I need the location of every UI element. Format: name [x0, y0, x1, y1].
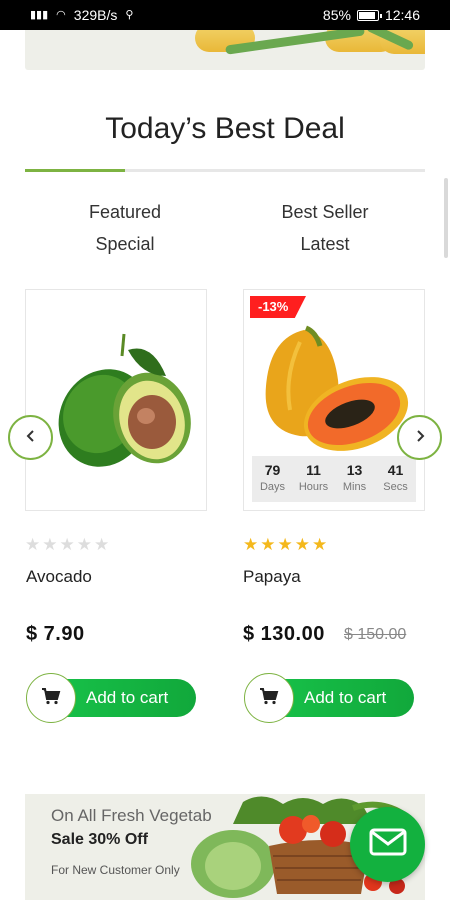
tab-group-2: Best Seller Latest	[225, 196, 425, 260]
promo-headline: On All Fresh Vegetab	[51, 806, 212, 825]
product-price: $ 7.90	[26, 623, 85, 645]
product-card-papaya[interactable]: -13% 79 Days 11 Hours 13 Mins 41 Secs	[243, 289, 425, 511]
countdown-label: Secs	[383, 481, 408, 493]
status-right: 85% 12:46	[323, 7, 420, 23]
status-left: ▮▮▮ ◠ 329B/s ⚲	[30, 7, 133, 23]
add-to-cart-button[interactable]: Add to cart	[244, 673, 414, 723]
product-name[interactable]: Papaya	[243, 567, 301, 587]
rating-stars: ★★★★★	[25, 535, 112, 554]
product-name[interactable]: Avocado	[26, 567, 92, 587]
battery-icon	[356, 9, 382, 21]
promo-sale-text: Sale 30% Off	[51, 831, 148, 848]
chevron-left-icon	[24, 426, 38, 449]
countdown-days: 79 Days	[252, 456, 293, 502]
cart-icon-circle	[26, 673, 76, 723]
add-to-cart-label: Add to cart	[86, 688, 169, 707]
chevron-right-icon	[413, 426, 427, 449]
top-banner-image[interactable]	[25, 30, 425, 70]
countdown-secs: 41 Secs	[375, 456, 416, 502]
signal-icon: ▮▮▮	[30, 8, 49, 21]
countdown-mins: 13 Mins	[334, 456, 375, 502]
tab-latest[interactable]: Latest	[225, 228, 425, 260]
countdown-value: 11	[306, 462, 321, 478]
product-old-price: $ 150.00	[344, 626, 407, 643]
cart-icon	[259, 687, 279, 710]
countdown-label: Mins	[342, 481, 367, 493]
carousel-prev-button[interactable]	[8, 415, 53, 460]
countdown-value: 41	[387, 462, 404, 478]
scroll-indicator	[444, 178, 448, 258]
clock: 12:46	[384, 7, 420, 23]
battery-percent: 85%	[322, 7, 351, 23]
add-to-cart-button[interactable]: Add to cart	[26, 673, 196, 723]
avocado-image	[58, 333, 191, 467]
title-divider-accent	[25, 169, 125, 172]
promo-subtext: For New Customer Only	[51, 863, 180, 877]
carousel-next-button[interactable]	[397, 415, 442, 460]
mail-icon	[369, 828, 407, 861]
countdown-hours: 11 Hours	[293, 456, 334, 502]
countdown-value: 13	[346, 462, 363, 478]
add-to-cart-label: Add to cart	[304, 688, 387, 707]
countdown-value: 79	[264, 462, 281, 478]
wifi-icon: ◠	[56, 8, 66, 21]
section-title: Today’s Best Deal	[105, 112, 345, 145]
countdown-label: Hours	[298, 481, 329, 493]
deal-countdown: 79 Days 11 Hours 13 Mins 41 Secs	[252, 456, 416, 502]
contact-mail-button[interactable]	[350, 807, 425, 882]
tab-group-1: Featured Special	[25, 196, 225, 260]
tab-best-seller[interactable]: Best Seller	[225, 196, 425, 228]
cart-icon	[41, 687, 61, 710]
network-speed: 329B/s	[73, 7, 118, 23]
tab-featured[interactable]: Featured	[25, 196, 225, 228]
cart-icon-circle	[244, 673, 294, 723]
product-price: $ 130.00	[243, 623, 325, 645]
tab-special[interactable]: Special	[25, 228, 225, 260]
status-bar: ▮▮▮ ◠ 329B/s ⚲ 85% 12:46	[0, 0, 450, 30]
countdown-label: Days	[259, 481, 286, 493]
usb-icon: ⚲	[125, 8, 134, 21]
product-card-avocado[interactable]	[25, 289, 207, 511]
rating-stars: ★★★★★	[243, 535, 330, 554]
